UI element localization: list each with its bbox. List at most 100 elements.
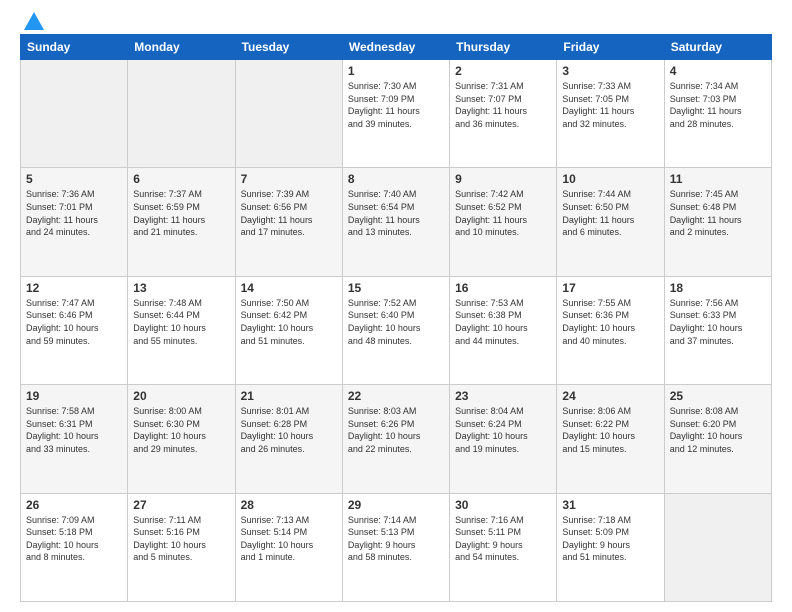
day-cell: 10 Sunrise: 7:44 AM Sunset: 6:50 PM Dayli…	[557, 168, 664, 276]
day-detail: Sunrise: 8:03 AM Sunset: 6:26 PM Dayligh…	[348, 405, 444, 455]
day-cell: 6Sunrise: 7:37 AM Sunset: 6:59 PM Daylig…	[128, 168, 235, 276]
week-row-3: 12 Sunrise: 7:47 AM Sunset: 6:46 PM Dayli…	[21, 276, 772, 384]
day-cell: 21 Sunrise: 8:01 AM Sunset: 6:28 PM Dayli…	[235, 385, 342, 493]
day-detail: Sunrise: 7:39 AM Sunset: 6:56 PM Dayligh…	[241, 188, 337, 238]
logo-triangle-icon	[24, 12, 44, 30]
day-number: 22	[348, 389, 444, 403]
day-cell: 29 Sunrise: 7:14 AM Sunset: 5:13 PM Dayli…	[342, 493, 449, 601]
day-number: 1	[348, 64, 444, 78]
col-header-thursday: Thursday	[450, 35, 557, 60]
day-number: 16	[455, 281, 551, 295]
col-header-friday: Friday	[557, 35, 664, 60]
col-header-saturday: Saturday	[664, 35, 771, 60]
day-detail: Sunrise: 7:11 AM Sunset: 5:16 PM Dayligh…	[133, 514, 229, 564]
day-detail: Sunrise: 7:58 AM Sunset: 6:31 PM Dayligh…	[26, 405, 122, 455]
day-number: 21	[241, 389, 337, 403]
day-number: 10	[562, 172, 658, 186]
day-cell: 8 Sunrise: 7:40 AM Sunset: 6:54 PM Daylig…	[342, 168, 449, 276]
day-cell: 14 Sunrise: 7:50 AM Sunset: 6:42 PM Dayli…	[235, 276, 342, 384]
day-cell: 16 Sunrise: 7:53 AM Sunset: 6:38 PM Dayli…	[450, 276, 557, 384]
day-detail: Sunrise: 7:40 AM Sunset: 6:54 PM Dayligh…	[348, 188, 444, 238]
day-cell: 9Sunrise: 7:42 AM Sunset: 6:52 PM Daylig…	[450, 168, 557, 276]
day-number: 30	[455, 498, 551, 512]
day-detail: Sunrise: 8:00 AM Sunset: 6:30 PM Dayligh…	[133, 405, 229, 455]
page: SundayMondayTuesdayWednesdayThursdayFrid…	[0, 0, 792, 612]
day-cell	[664, 493, 771, 601]
day-number: 5	[26, 172, 122, 186]
day-cell: 31Sunrise: 7:18 AM Sunset: 5:09 PM Dayli…	[557, 493, 664, 601]
day-cell: 5 Sunrise: 7:36 AM Sunset: 7:01 PM Daylig…	[21, 168, 128, 276]
day-cell	[128, 60, 235, 168]
day-number: 15	[348, 281, 444, 295]
day-number: 26	[26, 498, 122, 512]
day-detail: Sunrise: 7:09 AM Sunset: 5:18 PM Dayligh…	[26, 514, 122, 564]
col-header-monday: Monday	[128, 35, 235, 60]
day-cell: 18 Sunrise: 7:56 AM Sunset: 6:33 PM Dayli…	[664, 276, 771, 384]
day-number: 19	[26, 389, 122, 403]
header-row: SundayMondayTuesdayWednesdayThursdayFrid…	[21, 35, 772, 60]
day-detail: Sunrise: 7:47 AM Sunset: 6:46 PM Dayligh…	[26, 297, 122, 347]
header	[20, 16, 772, 26]
day-number: 25	[670, 389, 766, 403]
day-detail: Sunrise: 7:14 AM Sunset: 5:13 PM Dayligh…	[348, 514, 444, 564]
day-cell: 7 Sunrise: 7:39 AM Sunset: 6:56 PM Daylig…	[235, 168, 342, 276]
day-number: 3	[562, 64, 658, 78]
day-cell: 25 Sunrise: 8:08 AM Sunset: 6:20 PM Dayli…	[664, 385, 771, 493]
day-number: 14	[241, 281, 337, 295]
day-cell: 15 Sunrise: 7:52 AM Sunset: 6:40 PM Dayli…	[342, 276, 449, 384]
day-cell: 2Sunrise: 7:31 AM Sunset: 7:07 PM Daylig…	[450, 60, 557, 168]
day-cell: 27 Sunrise: 7:11 AM Sunset: 5:16 PM Dayli…	[128, 493, 235, 601]
day-detail: Sunrise: 7:36 AM Sunset: 7:01 PM Dayligh…	[26, 188, 122, 238]
day-number: 8	[348, 172, 444, 186]
day-cell: 22 Sunrise: 8:03 AM Sunset: 6:26 PM Dayli…	[342, 385, 449, 493]
day-number: 18	[670, 281, 766, 295]
day-number: 29	[348, 498, 444, 512]
day-cell: 20 Sunrise: 8:00 AM Sunset: 6:30 PM Dayli…	[128, 385, 235, 493]
day-detail: Sunrise: 8:01 AM Sunset: 6:28 PM Dayligh…	[241, 405, 337, 455]
day-detail: Sunrise: 7:37 AM Sunset: 6:59 PM Dayligh…	[133, 188, 229, 238]
day-detail: Sunrise: 7:56 AM Sunset: 6:33 PM Dayligh…	[670, 297, 766, 347]
day-detail: Sunrise: 7:53 AM Sunset: 6:38 PM Dayligh…	[455, 297, 551, 347]
day-detail: Sunrise: 8:06 AM Sunset: 6:22 PM Dayligh…	[562, 405, 658, 455]
day-detail: Sunrise: 8:04 AM Sunset: 6:24 PM Dayligh…	[455, 405, 551, 455]
day-cell: 17 Sunrise: 7:55 AM Sunset: 6:36 PM Dayli…	[557, 276, 664, 384]
day-cell: 30Sunrise: 7:16 AM Sunset: 5:11 PM Dayli…	[450, 493, 557, 601]
day-detail: Sunrise: 8:08 AM Sunset: 6:20 PM Dayligh…	[670, 405, 766, 455]
day-number: 27	[133, 498, 229, 512]
day-cell	[235, 60, 342, 168]
day-cell: 19 Sunrise: 7:58 AM Sunset: 6:31 PM Dayli…	[21, 385, 128, 493]
day-number: 31	[562, 498, 658, 512]
day-cell: 11Sunrise: 7:45 AM Sunset: 6:48 PM Dayli…	[664, 168, 771, 276]
day-number: 20	[133, 389, 229, 403]
day-number: 17	[562, 281, 658, 295]
day-detail: Sunrise: 7:13 AM Sunset: 5:14 PM Dayligh…	[241, 514, 337, 564]
day-detail: Sunrise: 7:52 AM Sunset: 6:40 PM Dayligh…	[348, 297, 444, 347]
day-detail: Sunrise: 7:44 AM Sunset: 6:50 PM Dayligh…	[562, 188, 658, 238]
day-number: 24	[562, 389, 658, 403]
week-row-5: 26 Sunrise: 7:09 AM Sunset: 5:18 PM Dayli…	[21, 493, 772, 601]
day-detail: Sunrise: 7:33 AM Sunset: 7:05 PM Dayligh…	[562, 80, 658, 130]
day-number: 7	[241, 172, 337, 186]
logo	[20, 16, 44, 26]
col-header-wednesday: Wednesday	[342, 35, 449, 60]
day-cell: 4Sunrise: 7:34 AM Sunset: 7:03 PM Daylig…	[664, 60, 771, 168]
day-cell: 23Sunrise: 8:04 AM Sunset: 6:24 PM Dayli…	[450, 385, 557, 493]
day-cell: 24 Sunrise: 8:06 AM Sunset: 6:22 PM Dayli…	[557, 385, 664, 493]
day-cell	[21, 60, 128, 168]
calendar: SundayMondayTuesdayWednesdayThursdayFrid…	[20, 34, 772, 602]
day-cell: 26 Sunrise: 7:09 AM Sunset: 5:18 PM Dayli…	[21, 493, 128, 601]
week-row-1: 1 Sunrise: 7:30 AM Sunset: 7:09 PM Daylig…	[21, 60, 772, 168]
day-detail: Sunrise: 7:30 AM Sunset: 7:09 PM Dayligh…	[348, 80, 444, 130]
day-number: 28	[241, 498, 337, 512]
day-number: 2	[455, 64, 551, 78]
week-row-2: 5 Sunrise: 7:36 AM Sunset: 7:01 PM Daylig…	[21, 168, 772, 276]
col-header-sunday: Sunday	[21, 35, 128, 60]
day-detail: Sunrise: 7:34 AM Sunset: 7:03 PM Dayligh…	[670, 80, 766, 130]
day-cell: 12 Sunrise: 7:47 AM Sunset: 6:46 PM Dayli…	[21, 276, 128, 384]
week-row-4: 19 Sunrise: 7:58 AM Sunset: 6:31 PM Dayli…	[21, 385, 772, 493]
day-detail: Sunrise: 7:42 AM Sunset: 6:52 PM Dayligh…	[455, 188, 551, 238]
day-number: 12	[26, 281, 122, 295]
day-number: 11	[670, 172, 766, 186]
day-detail: Sunrise: 7:55 AM Sunset: 6:36 PM Dayligh…	[562, 297, 658, 347]
day-detail: Sunrise: 7:50 AM Sunset: 6:42 PM Dayligh…	[241, 297, 337, 347]
